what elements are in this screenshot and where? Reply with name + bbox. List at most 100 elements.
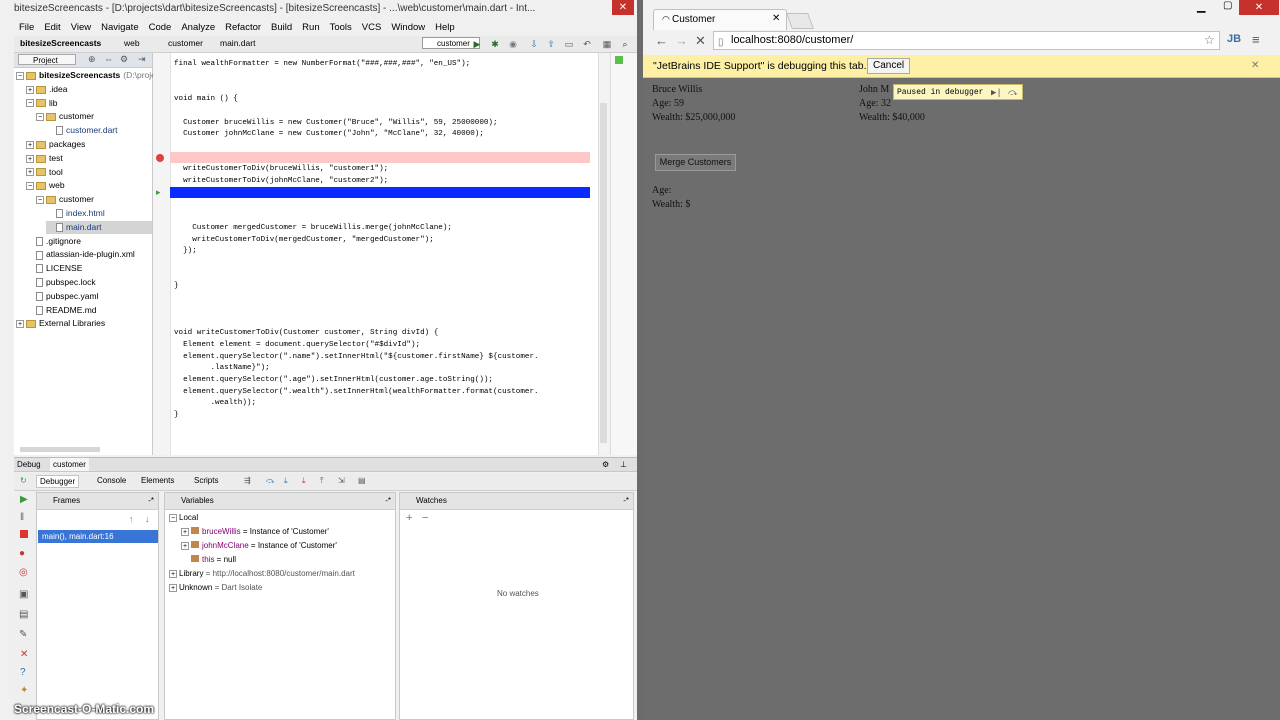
cancel-button[interactable]: Cancel xyxy=(867,58,911,74)
local-scope[interactable]: − Local xyxy=(169,512,198,524)
forward-icon[interactable]: → xyxy=(675,33,688,48)
tree-item[interactable]: − web xyxy=(26,179,65,192)
menu-file[interactable]: File xyxy=(14,20,39,35)
compare-icon[interactable]: ▭ xyxy=(564,39,574,49)
gear-icon[interactable]: ⚙ xyxy=(120,54,128,65)
horizontal-scrollbar[interactable] xyxy=(20,447,100,452)
expand-icon[interactable]: + xyxy=(181,527,189,536)
tree-item[interactable]: README.md xyxy=(26,304,97,317)
evaluate-icon[interactable]: ▤ xyxy=(358,476,366,485)
hide-panel-icon[interactable]: ⊥ xyxy=(620,458,627,471)
variable-row[interactable]: + bruceWillis = Instance of 'Customer' xyxy=(181,526,329,538)
collapse-icon[interactable]: − xyxy=(26,182,34,191)
frame-down-icon[interactable]: ↓ xyxy=(145,514,150,524)
menu-help[interactable]: Help xyxy=(430,20,460,35)
pause-icon[interactable]: ‖ xyxy=(20,512,24,523)
resume-icon[interactable]: ▶ xyxy=(20,494,28,505)
tree-item[interactable]: main.dart xyxy=(46,220,152,234)
editor-scroll-thumb[interactable] xyxy=(600,103,607,443)
expand-icon[interactable]: + xyxy=(169,569,177,578)
star-icon[interactable]: ☆ xyxy=(1204,32,1215,49)
expand-icon[interactable]: + xyxy=(26,154,34,163)
variable-row[interactable]: + johnMcClane = Instance of 'Customer' xyxy=(181,540,337,552)
unknown-scope[interactable]: + Unknown = Dart Isolate xyxy=(169,582,262,594)
new-tab-button[interactable] xyxy=(786,13,814,29)
collapse-icon[interactable]: − xyxy=(169,513,177,522)
step-into-icon[interactable]: ⤓ xyxy=(284,476,288,486)
revert-icon[interactable]: ↶ xyxy=(582,39,592,49)
expand-icon[interactable]: + xyxy=(16,320,24,329)
rerun-icon[interactable]: ↻ xyxy=(20,476,27,485)
tree-item[interactable]: + packages xyxy=(26,138,85,151)
debug-config-tab[interactable]: customer xyxy=(50,458,89,471)
breadcrumb-project[interactable]: bitesizeScreencasts xyxy=(20,38,101,48)
vcs-commit-icon[interactable]: ⇧ xyxy=(546,39,556,49)
gear-icon[interactable]: ⚙ xyxy=(602,458,609,471)
tree-item[interactable]: customer.dart xyxy=(46,124,118,137)
collapse-icon[interactable]: − xyxy=(26,99,34,108)
project-view-select[interactable]: Project xyxy=(18,54,76,65)
maximize-icon[interactable]: ▢ xyxy=(1223,0,1232,11)
resume-icon[interactable]: ▶| xyxy=(991,85,1002,101)
library-scope[interactable]: + Library = http://localhost:8080/custome… xyxy=(169,568,355,580)
view-breakpoints-icon[interactable]: ● xyxy=(19,548,25,559)
add-watch-icon[interactable]: + xyxy=(406,512,412,524)
expand-icon[interactable]: + xyxy=(26,85,34,94)
tree-item[interactable]: − lib xyxy=(26,97,58,110)
collapse-icon[interactable]: − xyxy=(36,195,44,204)
close-tab-icon[interactable]: ✕ xyxy=(772,13,780,24)
breadcrumb-customer[interactable]: customer xyxy=(168,38,203,48)
tab-elements[interactable]: Elements xyxy=(138,475,177,486)
tree-item[interactable]: pubspec.lock xyxy=(26,276,96,289)
tree-item[interactable]: + tool xyxy=(26,166,63,179)
tree-item[interactable]: − bitesizeScreencasts (D:\projects xyxy=(16,69,167,82)
editor-scrollbar[interactable] xyxy=(598,53,609,455)
close-icon[interactable]: ✕ xyxy=(1239,0,1279,15)
menu-analyze[interactable]: Analyze xyxy=(176,20,220,35)
help-icon[interactable]: ? xyxy=(20,667,26,678)
breakpoint-icon[interactable] xyxy=(156,154,164,162)
mute-breakpoints-icon[interactable]: ◎ xyxy=(19,567,28,578)
browser-tab[interactable]: ◠ Customer ✕ xyxy=(653,9,787,30)
breadcrumb-file[interactable]: main.dart xyxy=(220,38,255,48)
tree-item[interactable]: + test xyxy=(26,152,63,165)
stop-icon[interactable] xyxy=(20,530,28,538)
menu-navigate[interactable]: Navigate xyxy=(96,20,144,35)
tree-item[interactable]: pubspec.yaml xyxy=(26,290,98,303)
panel-options-icon[interactable]: -* xyxy=(385,493,391,509)
editor-gutter[interactable] xyxy=(153,53,171,455)
hide-icon[interactable]: ⇥ xyxy=(138,54,146,65)
menu-code[interactable]: Code xyxy=(144,20,177,35)
back-icon[interactable]: ← xyxy=(655,33,668,48)
frame-row[interactable]: main(), main.dart:16 xyxy=(38,530,158,543)
export-threads-icon[interactable]: ▤ xyxy=(19,609,28,620)
code-editor[interactable]: ▸ final wealthFormatter = new NumberForm… xyxy=(153,53,598,455)
collapse-icon[interactable]: − xyxy=(16,71,24,80)
menu-refactor[interactable]: Refactor xyxy=(220,20,266,35)
tab-console[interactable]: Console xyxy=(94,475,129,486)
pin-tab-icon[interactable]: ✦ xyxy=(20,685,28,696)
expand-icon[interactable]: + xyxy=(26,168,34,177)
run-icon[interactable]: ▶ xyxy=(472,39,482,49)
collapse-icon[interactable]: ⇔ xyxy=(104,54,113,64)
search-icon[interactable]: ⌕ xyxy=(620,39,630,49)
tree-item[interactable]: atlassian-ide-plugin.xml xyxy=(26,248,135,261)
merge-customers-button[interactable]: Merge Customers xyxy=(655,154,736,171)
expand-icon[interactable]: + xyxy=(26,140,34,149)
menu-icon[interactable]: ≡ xyxy=(1252,32,1260,47)
address-bar[interactable]: ▯ localhost:8080/customer/ ☆ xyxy=(713,31,1220,50)
coverage-icon[interactable]: ◉ xyxy=(508,39,518,49)
minimize-icon[interactable]: ▁ xyxy=(1197,0,1205,13)
step-over-icon[interactable]: ⤼ xyxy=(1008,85,1018,101)
force-step-into-icon[interactable]: ⤓ xyxy=(302,476,306,486)
menu-view[interactable]: View xyxy=(66,20,96,35)
close-icon[interactable]: ✕ xyxy=(612,0,634,15)
sync-icon[interactable]: ⊕ xyxy=(88,54,96,65)
tree-item[interactable]: − customer xyxy=(36,193,94,206)
step-out-icon[interactable]: ⤒ xyxy=(320,476,324,486)
step-over-icon[interactable]: ⤼ xyxy=(266,476,275,486)
breadcrumb-web[interactable]: web xyxy=(124,38,140,48)
expand-icon[interactable]: + xyxy=(181,541,189,550)
tree-item[interactable]: + External Libraries xyxy=(16,317,105,330)
restore-layout-icon[interactable]: ▣ xyxy=(19,589,28,600)
